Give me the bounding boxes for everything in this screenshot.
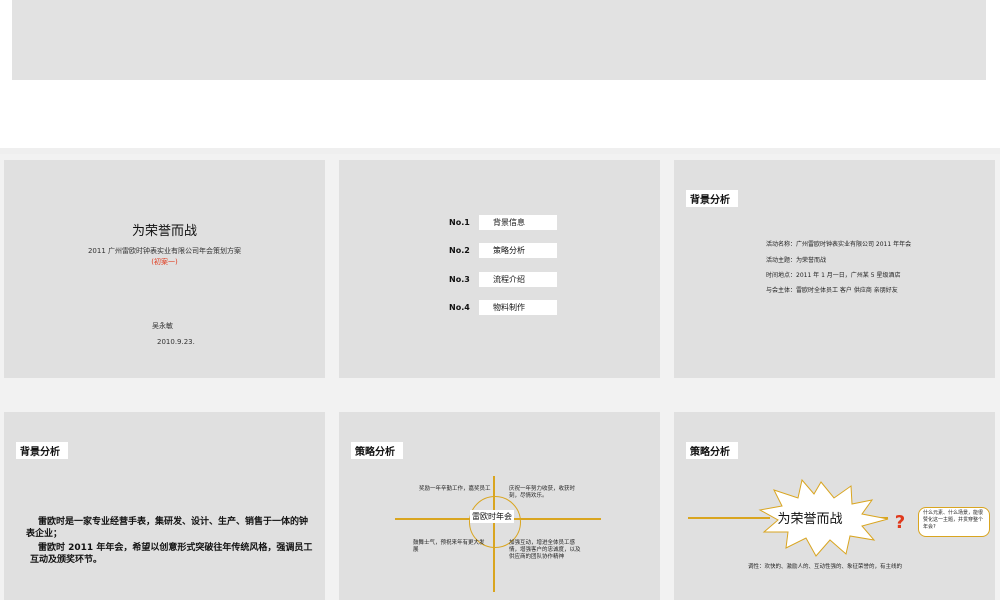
slide-date: 2010.9.23. (157, 338, 195, 346)
toc-number: No.1 (449, 218, 470, 227)
slide-preview-top[interactable] (12, 0, 986, 80)
toc-item: 策略分析 (479, 243, 557, 258)
slide-thumbnail-1[interactable]: 为荣誉而战 2011 广州雷欧时钟表实业有限公司年会策划方案 (初案一) 吴永敏… (4, 160, 325, 378)
toc-number: No.3 (449, 275, 470, 284)
paragraph: 雷欧时是一家专业经营手表，集研发、设计、生产、销售于一体的钟表企业； (26, 517, 309, 539)
info-line: 时间地点：2011 年 1 月一日，广州某 5 星级酒店 (766, 272, 901, 279)
toc-item: 背景信息 (479, 215, 557, 230)
slide-title: 为荣誉而战 (131, 224, 197, 239)
section-header: 背景分析 (16, 442, 68, 459)
burst-diagram: 为荣誉而战 ? (688, 478, 905, 557)
slide-thumbnail-2[interactable]: No.1 背景信息 No.2 策略分析 No.3 流程介绍 No.4 物料制作 (339, 160, 660, 378)
quadrant-text: 奖励一年辛勤工作，嘉奖员工 (419, 486, 491, 492)
slide-thumbnail-6[interactable]: 策略分析 为荣誉而战 ? 什么元素、什么场景，能很赞化这一主题，并贯穿整个年会?… (674, 412, 995, 600)
slide-thumbnail-5[interactable]: 策略分析 雷欧时年会 奖励一年辛勤工作，嘉奖员工 庆祝一年努力收获，收获时刻，尽… (339, 412, 660, 600)
info-line: 与会主体：雷欧时全体员工 客户 供应商 亲朋好友 (766, 287, 898, 294)
center-label: 雷欧时年会 (470, 510, 514, 523)
toc-item: 流程介绍 (479, 272, 557, 287)
slide-thumbnail-3[interactable]: 背景分析 活动名称：广州雷欧时钟表实业有限公司 2011 年年会 活动主题：为荣… (674, 160, 995, 378)
info-line: 活动主题：为荣誉而战 (766, 257, 827, 264)
quadrant-text: 鼓舞士气，预祝来年有更大发展 (413, 540, 485, 553)
info-line: 活动名称：广州雷欧时钟表实业有限公司 2011 年年会 (766, 241, 912, 248)
toc-item: 物料制作 (479, 300, 557, 315)
quadrant-text: 庆祝一年努力收获，收获时刻，尽情欢乐。 (509, 486, 576, 499)
paragraph: 雷欧时 2011 年年会，希望以创意形式突破往年传统风格，强调员工互动及颁奖环节… (30, 543, 313, 565)
slide-subtitle: 2011 广州雷欧时钟表实业有限公司年会策划方案 (87, 247, 242, 255)
section-header: 策略分析 (351, 442, 403, 459)
quadrant-text: 加强互动，增进全体员工感情，增强客户的忠诚度，以及供应商的团队协作精神 (509, 540, 581, 560)
section-header: 背景分析 (686, 190, 738, 207)
tone-text: 调性：欢快的、激励人的、互动性强的、象征荣誉的，有主线的 (748, 564, 903, 570)
author-name: 吴永敏 (152, 322, 173, 330)
callout-bubble: 什么元素、什么场景，能很赞化这一主题，并贯穿整个年会? (918, 507, 990, 537)
slide-sorter: 为荣誉而战 2011 广州雷欧时钟表实业有限公司年会策划方案 (初案一) 吴永敏… (0, 0, 1000, 600)
toc-number: No.2 (449, 246, 470, 255)
burst-text: 为荣誉而战 (777, 512, 842, 527)
slide-thumbnail-4[interactable]: 背景分析 雷欧时是一家专业经营手表，集研发、设计、生产、销售于一体的钟表企业； … (4, 412, 325, 600)
toc-number: No.4 (449, 303, 470, 312)
question-mark-icon: ? (895, 512, 905, 533)
draft-label: (初案一) (151, 258, 178, 266)
